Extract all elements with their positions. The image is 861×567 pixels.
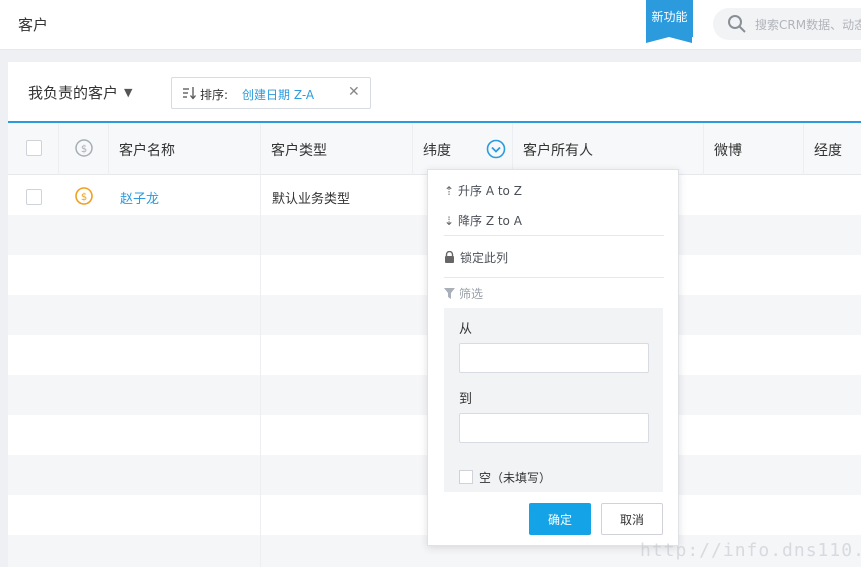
confirm-button[interactable]: 确定 <box>529 503 591 535</box>
panel-header: 我负责的客户 ▼ 排序: 创建日期 Z-A ✕ <box>8 62 861 121</box>
column-header-owner[interactable]: 客户所有人 <box>513 123 704 175</box>
column-menu: ⇡ 升序 A to Z ⇣ 降序 Z to A 锁定此列 筛选 从 到 空（未填写）… <box>427 169 679 546</box>
column-header-weibo[interactable]: 微博 <box>704 123 804 175</box>
to-label: 到 <box>459 392 473 407</box>
svg-text:$: $ <box>81 144 87 155</box>
cancel-button[interactable]: 取消 <box>601 503 663 535</box>
column-header-longitude[interactable]: 经度 <box>804 123 861 175</box>
sort-label: 排序: <box>200 88 229 102</box>
sort-desc-option[interactable]: ⇣ 降序 Z to A <box>444 212 522 232</box>
coin-icon: $ <box>75 139 93 157</box>
close-icon[interactable]: ✕ <box>348 84 360 100</box>
customer-name-link[interactable]: 赵子龙 <box>120 188 159 207</box>
new-feature-badge[interactable]: 新功能 <box>646 0 693 43</box>
column-header-latitude[interactable]: 纬度 <box>413 123 513 175</box>
row-checkbox[interactable] <box>26 189 42 205</box>
column-header-type[interactable]: 客户类型 <box>261 123 413 175</box>
select-all-checkbox[interactable] <box>26 140 42 156</box>
search-icon <box>728 15 746 33</box>
coin-icon: $ <box>75 187 93 205</box>
chevron-circle-down-icon[interactable] <box>486 139 506 159</box>
empty-checkbox[interactable] <box>459 470 473 484</box>
sort-asc-icon: ⇡ <box>444 184 455 198</box>
from-label: 从 <box>459 322 473 337</box>
sort-icon <box>183 87 196 100</box>
page-title: 客户 <box>18 16 49 34</box>
filter-range-box: 从 到 空（未填写） <box>444 308 663 492</box>
search-box[interactable]: 搜索CRM数据、动态 <box>713 8 861 40</box>
sort-chip[interactable]: 排序: 创建日期 Z-A ✕ <box>171 77 371 109</box>
lock-icon <box>445 251 454 263</box>
view-selector-label: 我负责的客户 <box>28 84 119 102</box>
sort-value: 创建日期 Z-A <box>242 88 315 102</box>
menu-divider <box>444 235 664 236</box>
table-header: $ 客户名称 客户类型 纬度 客户所有人 微博 经度 <box>8 121 861 175</box>
svg-text:$: $ <box>81 192 87 203</box>
column-divider <box>260 175 261 567</box>
header-icon-cell: $ <box>59 123 109 175</box>
filter-section-label: 筛选 <box>444 285 483 302</box>
customer-type-cell: 默认业务类型 <box>272 192 351 207</box>
lock-column-option[interactable]: 锁定此列 <box>444 249 508 269</box>
header-select-cell <box>8 123 59 175</box>
filter-icon <box>444 288 455 299</box>
empty-label: 空（未填写） <box>479 471 552 485</box>
to-input[interactable] <box>459 413 649 443</box>
column-header-name[interactable]: 客户名称 <box>109 123 261 175</box>
sort-asc-option[interactable]: ⇡ 升序 A to Z <box>444 182 522 202</box>
view-selector[interactable]: 我负责的客户 ▼ <box>28 82 132 103</box>
top-bar: 客户 新功能 搜索CRM数据、动态 <box>0 0 861 50</box>
menu-divider <box>444 277 664 278</box>
watermark: http://info.dns110.com <box>640 540 861 561</box>
search-placeholder: 搜索CRM数据、动态 <box>755 18 861 32</box>
from-input[interactable] <box>459 343 649 373</box>
sort-desc-icon: ⇣ <box>444 214 455 228</box>
chevron-down-icon: ▼ <box>124 86 133 99</box>
